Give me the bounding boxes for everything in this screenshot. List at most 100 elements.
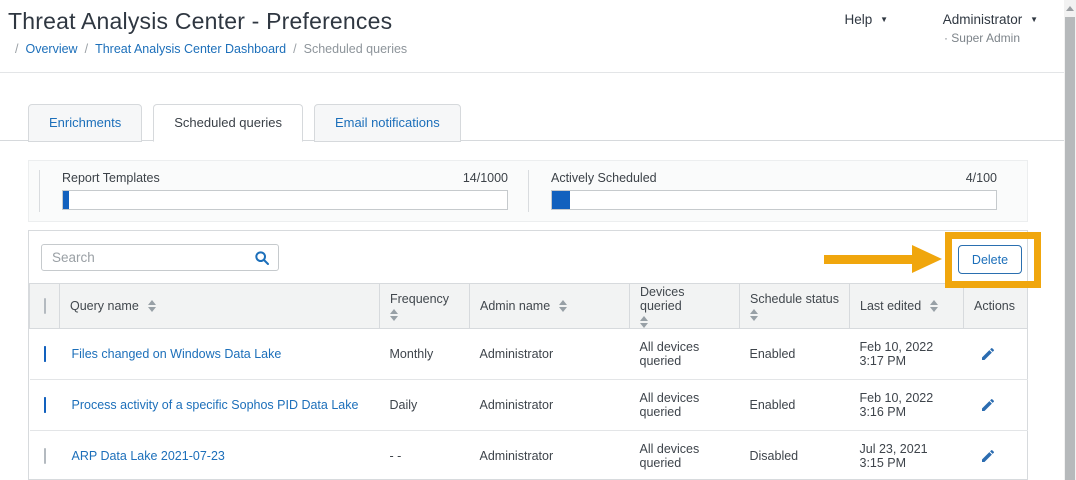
column-header[interactable]: Query name <box>60 284 380 329</box>
meter-fill <box>63 191 69 209</box>
column-header-label: Frequency <box>390 292 459 306</box>
tab-bar: Enrichments Scheduled queries Email noti… <box>28 104 461 142</box>
table-header-row: Query name Frequency <box>30 284 1028 329</box>
scrollbar-thumb[interactable] <box>1065 17 1075 480</box>
help-menu[interactable]: Help ▼ <box>845 12 888 27</box>
delete-button[interactable]: Delete <box>958 245 1022 274</box>
select-all-checkbox[interactable] <box>44 298 46 314</box>
usage-meter: Report Templates 14/1000 <box>39 170 528 212</box>
row-checkbox[interactable] <box>44 346 46 362</box>
edit-pencil-icon[interactable] <box>980 397 996 413</box>
row-checkbox[interactable] <box>44 397 46 413</box>
devices-queried-cell: All devices queried <box>630 431 740 480</box>
tab[interactable]: Enrichments <box>28 104 142 142</box>
meter-value: 14/1000 <box>463 171 508 185</box>
query-name-link[interactable]: ARP Data Lake 2021-07-23 <box>72 449 225 463</box>
meter-label: Report Templates <box>62 171 160 185</box>
sort-icon[interactable] <box>640 316 648 328</box>
header-divider <box>0 72 1064 73</box>
column-header[interactable]: Admin name <box>470 284 630 329</box>
query-name-link[interactable]: Files changed on Windows Data Lake <box>72 347 282 361</box>
select-all-cell <box>30 284 60 329</box>
query-name-cell: Process activity of a specific Sophos PI… <box>60 380 380 431</box>
frequency-cell: Daily <box>380 380 470 431</box>
sort-icon[interactable] <box>750 309 758 321</box>
sort-icon[interactable] <box>148 300 156 312</box>
chevron-down-icon: ▼ <box>880 15 888 24</box>
query-name-cell: Files changed on Windows Data Lake <box>60 329 380 380</box>
help-menu-label: Help <box>845 12 873 27</box>
schedule-status-cell: Enabled <box>740 380 850 431</box>
frequency-cell: Monthly <box>380 329 470 380</box>
page-title: Threat Analysis Center - Preferences <box>8 8 407 35</box>
scrollbar-up-button[interactable] <box>1064 0 1076 16</box>
devices-queried-cell: All devices queried <box>630 380 740 431</box>
meter-value: 4/100 <box>966 171 997 185</box>
edit-pencil-icon[interactable] <box>980 448 996 464</box>
breadcrumb: / Overview / Threat Analysis Center Dash… <box>8 42 407 56</box>
tab-label: Email notifications <box>335 115 440 130</box>
breadcrumb-separator: / <box>15 42 18 56</box>
triangle-up-icon <box>1066 6 1074 11</box>
admin-name-cell: Administrator <box>470 431 630 480</box>
last-edited-cell: Feb 10, 2022 3:17 PM <box>850 329 964 380</box>
frequency-cell: - - <box>380 431 470 480</box>
table-body: Files changed on Windows Data Lake Month… <box>30 329 1028 480</box>
breadcrumb-separator: / <box>293 42 296 56</box>
last-edited-cell: Jul 23, 2021 3:15 PM <box>850 431 964 480</box>
edit-pencil-icon[interactable] <box>980 346 996 362</box>
breadcrumb-link[interactable]: Threat Analysis Center Dashboard <box>95 42 286 56</box>
meter-label: Actively Scheduled <box>551 171 657 185</box>
sort-icon[interactable] <box>559 300 567 312</box>
tab-label: Scheduled queries <box>174 115 282 130</box>
annotation-arrow-head <box>912 245 942 273</box>
meter-bar <box>62 190 508 210</box>
column-header[interactable]: Schedule status <box>740 284 850 329</box>
table-row: ARP Data Lake 2021-07-23 - - Administrat… <box>30 431 1028 480</box>
tab[interactable]: Scheduled queries <box>153 104 303 142</box>
search-icon[interactable] <box>254 250 270 266</box>
table-toolbar: Delete <box>29 231 1027 283</box>
search-input[interactable] <box>50 249 254 266</box>
tab[interactable]: Email notifications <box>314 104 461 142</box>
breadcrumb-link[interactable]: Scheduled queries <box>304 42 408 56</box>
app-window: Threat Analysis Center - Preferences / O… <box>0 0 1076 480</box>
usage-meters-panel: Report Templates 14/1000 Actively Schedu… <box>28 160 1028 222</box>
chevron-down-icon: ▼ <box>1030 15 1038 24</box>
tab-label: Enrichments <box>49 115 121 130</box>
column-header-label: Devices queried <box>640 285 729 313</box>
actions-cell <box>964 329 1028 380</box>
breadcrumb-separator: / <box>85 42 88 56</box>
row-checkbox[interactable] <box>44 448 46 464</box>
breadcrumb-item: / Scheduled queries <box>286 42 407 56</box>
query-name-link[interactable]: Process activity of a specific Sophos PI… <box>72 398 359 412</box>
annotation-arrow <box>824 255 913 264</box>
meter-bar <box>551 190 997 210</box>
breadcrumb-link[interactable]: Overview <box>25 42 77 56</box>
sort-icon[interactable] <box>390 309 398 321</box>
vertical-scrollbar <box>1064 0 1076 480</box>
last-edited-cell: Feb 10, 2022 3:16 PM <box>850 380 964 431</box>
breadcrumb-item: / Overview <box>8 42 78 56</box>
column-header[interactable]: Devices queried <box>630 284 740 329</box>
sort-icon[interactable] <box>930 300 938 312</box>
meter-fill <box>552 191 570 209</box>
search-box <box>41 244 279 271</box>
column-header[interactable]: Frequency <box>380 284 470 329</box>
column-header[interactable]: Actions <box>964 284 1028 329</box>
admin-name-cell: Administrator <box>470 380 630 431</box>
row-select-cell <box>30 431 60 480</box>
column-header-label: Last edited <box>860 299 921 313</box>
actions-cell <box>964 431 1028 480</box>
row-select-cell <box>30 380 60 431</box>
column-header-label: Admin name <box>480 299 550 313</box>
account-menu-label: Administrator <box>943 12 1023 27</box>
account-menu[interactable]: Administrator ▼ <box>943 12 1038 27</box>
devices-queried-cell: All devices queried <box>630 329 740 380</box>
column-header-label: Actions <box>974 299 1015 313</box>
table-row: Process activity of a specific Sophos PI… <box>30 380 1028 431</box>
column-header[interactable]: Last edited <box>850 284 964 329</box>
usage-meter: Actively Scheduled 4/100 <box>528 170 1017 212</box>
column-header-label: Schedule status <box>750 292 839 306</box>
row-select-cell <box>30 329 60 380</box>
